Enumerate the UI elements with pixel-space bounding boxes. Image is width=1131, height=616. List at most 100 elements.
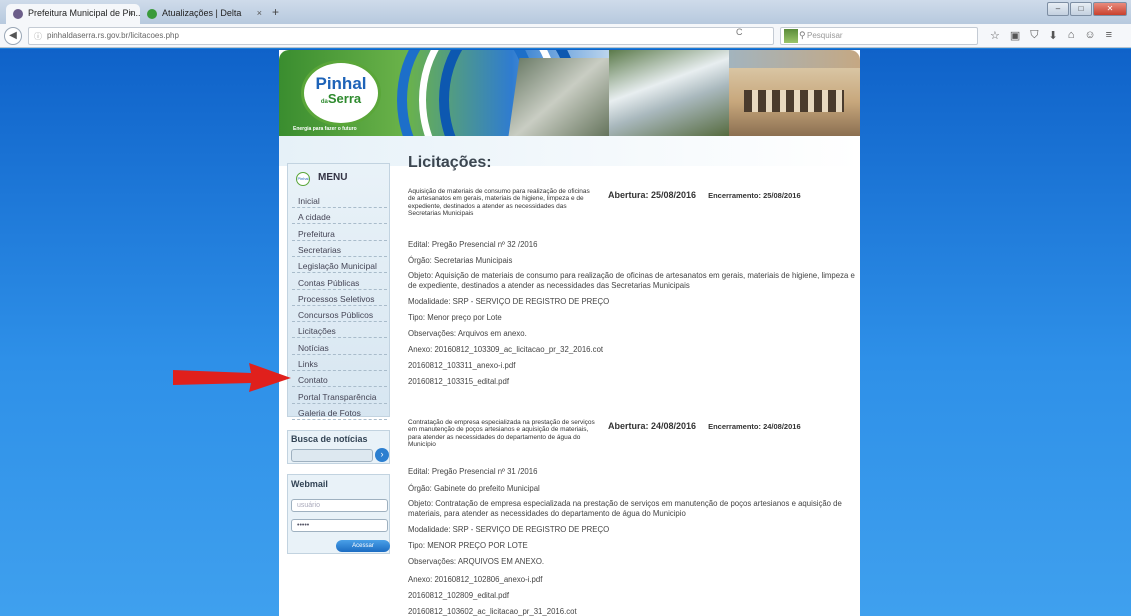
- logo-text-serra: daSerra: [304, 92, 378, 109]
- logo-text-da: da: [320, 99, 328, 105]
- close-window-button[interactable]: ✕: [1093, 2, 1127, 16]
- menu-item-galeria-de-fotos[interactable]: Galeria de Fotos: [292, 404, 387, 420]
- page-title: Licitações:: [408, 154, 492, 171]
- logo-text-serra-word: Serra: [327, 91, 362, 106]
- banner-photo-building: [729, 68, 860, 136]
- site-logo[interactable]: Pinhal daSerra: [301, 60, 381, 126]
- maximize-button[interactable]: □: [1070, 2, 1092, 16]
- entry-edital: Edital: Pregão Presencial nº 31 /2016: [408, 467, 538, 476]
- menu-item-contato[interactable]: Contato: [292, 371, 387, 388]
- entry-orgao: Órgão: Secretarias Municipais: [408, 256, 513, 265]
- webmail-password-field[interactable]: •••••: [291, 519, 388, 532]
- entry-dates: Abertura: 25/08/2016 Encerramento: 25/08/…: [608, 190, 801, 200]
- news-search-button[interactable]: ›: [375, 448, 389, 462]
- menu-item-links[interactable]: Links: [292, 355, 387, 371]
- tab-close-icon[interactable]: ×: [257, 8, 262, 18]
- delta-favicon-icon: [147, 9, 157, 19]
- tab-prefeitura[interactable]: Prefeitura Municipal de Pin... ×: [6, 4, 140, 24]
- menu-item-legislacao-municipal[interactable]: Legislação Municipal: [292, 257, 387, 274]
- bookmark-star-icon[interactable]: ☆: [990, 29, 1000, 42]
- entry-observacoes: Observações: ARQUIVOS EM ANEXO.: [408, 557, 545, 566]
- bookmarks-list-icon[interactable]: ▣: [1010, 29, 1020, 42]
- menu-item-prefeitura[interactable]: Prefeitura: [292, 225, 387, 241]
- search-engine-icon[interactable]: [784, 29, 798, 43]
- entry-objeto: Objeto: Aquisição de materiais de consum…: [408, 271, 855, 290]
- url-text: pinhaldaserra.rs.gov.br/licitacoes.php: [47, 31, 179, 40]
- site-favicon-icon: [13, 9, 23, 19]
- menu-title: MENU: [318, 172, 348, 183]
- tab-label: Atualizações | Delta: [162, 8, 242, 18]
- menu-item-licitacoes[interactable]: Licitações: [292, 322, 387, 339]
- entry-objeto: Objeto: Contratação de empresa especiali…: [408, 499, 842, 518]
- address-bar[interactable]: ⓘ pinhaldaserra.rs.gov.br/licitacoes.php: [28, 27, 774, 45]
- red-arrow-annotation: [173, 363, 291, 392]
- search-icon: ⚲: [799, 30, 806, 40]
- browser-search-field[interactable]: ⚲ Pesquisar: [780, 27, 978, 45]
- entry-tipo: Tipo: MENOR PREÇO POR LOTE: [408, 541, 528, 550]
- sync-icon[interactable]: ☺: [1084, 29, 1095, 42]
- entry-file-link[interactable]: 20160812_103315_edital.pdf: [408, 377, 858, 387]
- downloads-icon[interactable]: ⬇: [1049, 29, 1058, 42]
- entry-file-link[interactable]: 20160812_103311_anexo-i.pdf: [408, 361, 858, 371]
- webmail-user-field[interactable]: usuário: [291, 499, 388, 512]
- hamburger-menu-icon[interactable]: ≡: [1106, 29, 1112, 42]
- news-search-title: Busca de notícias: [291, 434, 368, 444]
- tab-close-icon[interactable]: ×: [129, 8, 134, 18]
- opening-date: Abertura: 24/08/2016: [608, 421, 697, 431]
- main-menu: Pinhal MENU Inicial A cidade Prefeitura Sec…: [287, 163, 390, 420]
- entry-modalidade: Modalidade: SRP - SERVIÇO DE REGISTRO DE…: [408, 525, 610, 534]
- closing-date: Encerramento: 25/08/2016: [708, 191, 801, 200]
- entry-dates: Abertura: 24/08/2016 Encerramento: 24/08/…: [608, 421, 801, 431]
- tab-label: Prefeitura Municipal de Pin...: [28, 8, 140, 18]
- menu-item-concursos-publicos[interactable]: Concursos Públicos: [292, 306, 387, 323]
- tab-atualizacoes[interactable]: Atualizações | Delta ×: [140, 4, 268, 24]
- entry-anexo-link[interactable]: Anexo: 20160812_102806_anexo-i.pdf: [408, 575, 858, 585]
- menu-item-inicial[interactable]: Inicial: [292, 192, 387, 208]
- news-search-input[interactable]: [291, 449, 373, 462]
- closing-date: Encerramento: 24/08/2016: [708, 422, 801, 431]
- entry-summary[interactable]: Contratação de empresa especializada na …: [408, 419, 598, 448]
- reload-button[interactable]: C: [736, 27, 743, 37]
- logo-text-pinhal: Pinhal: [315, 74, 367, 93]
- menu-item-contas-publicas[interactable]: Contas Públicas: [292, 274, 387, 290]
- menu-logo-icon: Pinhal: [296, 172, 310, 186]
- entry-file-link[interactable]: 20160812_103602_ac_licitacao_pr_31_2016.…: [408, 607, 858, 616]
- menu-item-noticias[interactable]: Notícias: [292, 339, 387, 355]
- new-tab-button[interactable]: +: [272, 5, 279, 19]
- entry-summary[interactable]: Aquisição de materiais de consumo para r…: [408, 188, 598, 217]
- browser-tab-bar: Prefeitura Municipal de Pin... × Atualiz…: [0, 0, 1131, 24]
- entry-file-link[interactable]: 20160812_102809_edital.pdf: [408, 591, 858, 601]
- entry-orgao: Órgão: Gabinete do prefeito Municipal: [408, 484, 540, 493]
- banner-photo-waterfall: [609, 50, 729, 136]
- entry-edital: Edital: Pregão Presencial nº 32 /2016: [408, 240, 538, 249]
- red-arrow-icon: [173, 363, 291, 392]
- entry-tipo: Tipo: Menor preço por Lote: [408, 313, 502, 322]
- site-info-icon[interactable]: ⓘ: [34, 31, 42, 42]
- entry-modalidade: Modalidade: SRP - SERVIÇO DE REGISTRO DE…: [408, 297, 610, 306]
- site-banner: Pinhal daSerra Energia para fazer o futu…: [279, 50, 860, 136]
- menu-item-a-cidade[interactable]: A cidade: [292, 208, 387, 225]
- search-placeholder: Pesquisar: [807, 31, 843, 40]
- webmail-box: Webmail usuário ••••• Acessar: [287, 474, 390, 554]
- site-container: Pinhal daSerra Energia para fazer o futu…: [279, 50, 860, 616]
- page-viewport: Pinhal daSerra Energia para fazer o futu…: [0, 49, 1131, 616]
- webmail-title: Webmail: [291, 479, 328, 489]
- banner-wave: [279, 136, 860, 166]
- menu-header: Pinhal MENU: [292, 168, 387, 188]
- entry-anexo-link[interactable]: Anexo: 20160812_103309_ac_licitacao_pr_3…: [408, 345, 858, 355]
- site-tagline: Energia para fazer o futuro: [293, 126, 357, 132]
- window-controls: – □ ✕: [1047, 2, 1127, 16]
- browser-toolbar: ☆ ▣ ⛉ ⬇ ⌂ ☺ ≡: [990, 29, 1112, 42]
- webmail-login-button[interactable]: Acessar: [336, 540, 390, 552]
- pocket-icon[interactable]: ⛉: [1030, 29, 1038, 42]
- browser-nav-bar: ◀ ⓘ pinhaldaserra.rs.gov.br/licitacoes.p…: [0, 24, 1131, 48]
- menu-item-secretarias[interactable]: Secretarias: [292, 241, 387, 257]
- news-search-box: Busca de notícias ›: [287, 430, 390, 464]
- minimize-button[interactable]: –: [1047, 2, 1069, 16]
- menu-item-processos-seletivos[interactable]: Processos Seletivos: [292, 290, 387, 306]
- home-icon[interactable]: ⌂: [1068, 29, 1075, 42]
- back-button[interactable]: ◀: [4, 27, 22, 45]
- opening-date: Abertura: 25/08/2016: [608, 190, 697, 200]
- menu-item-portal-transparencia[interactable]: Portal Transparência: [292, 388, 387, 404]
- entry-observacoes: Observações: Arquivos em anexo.: [408, 329, 527, 338]
